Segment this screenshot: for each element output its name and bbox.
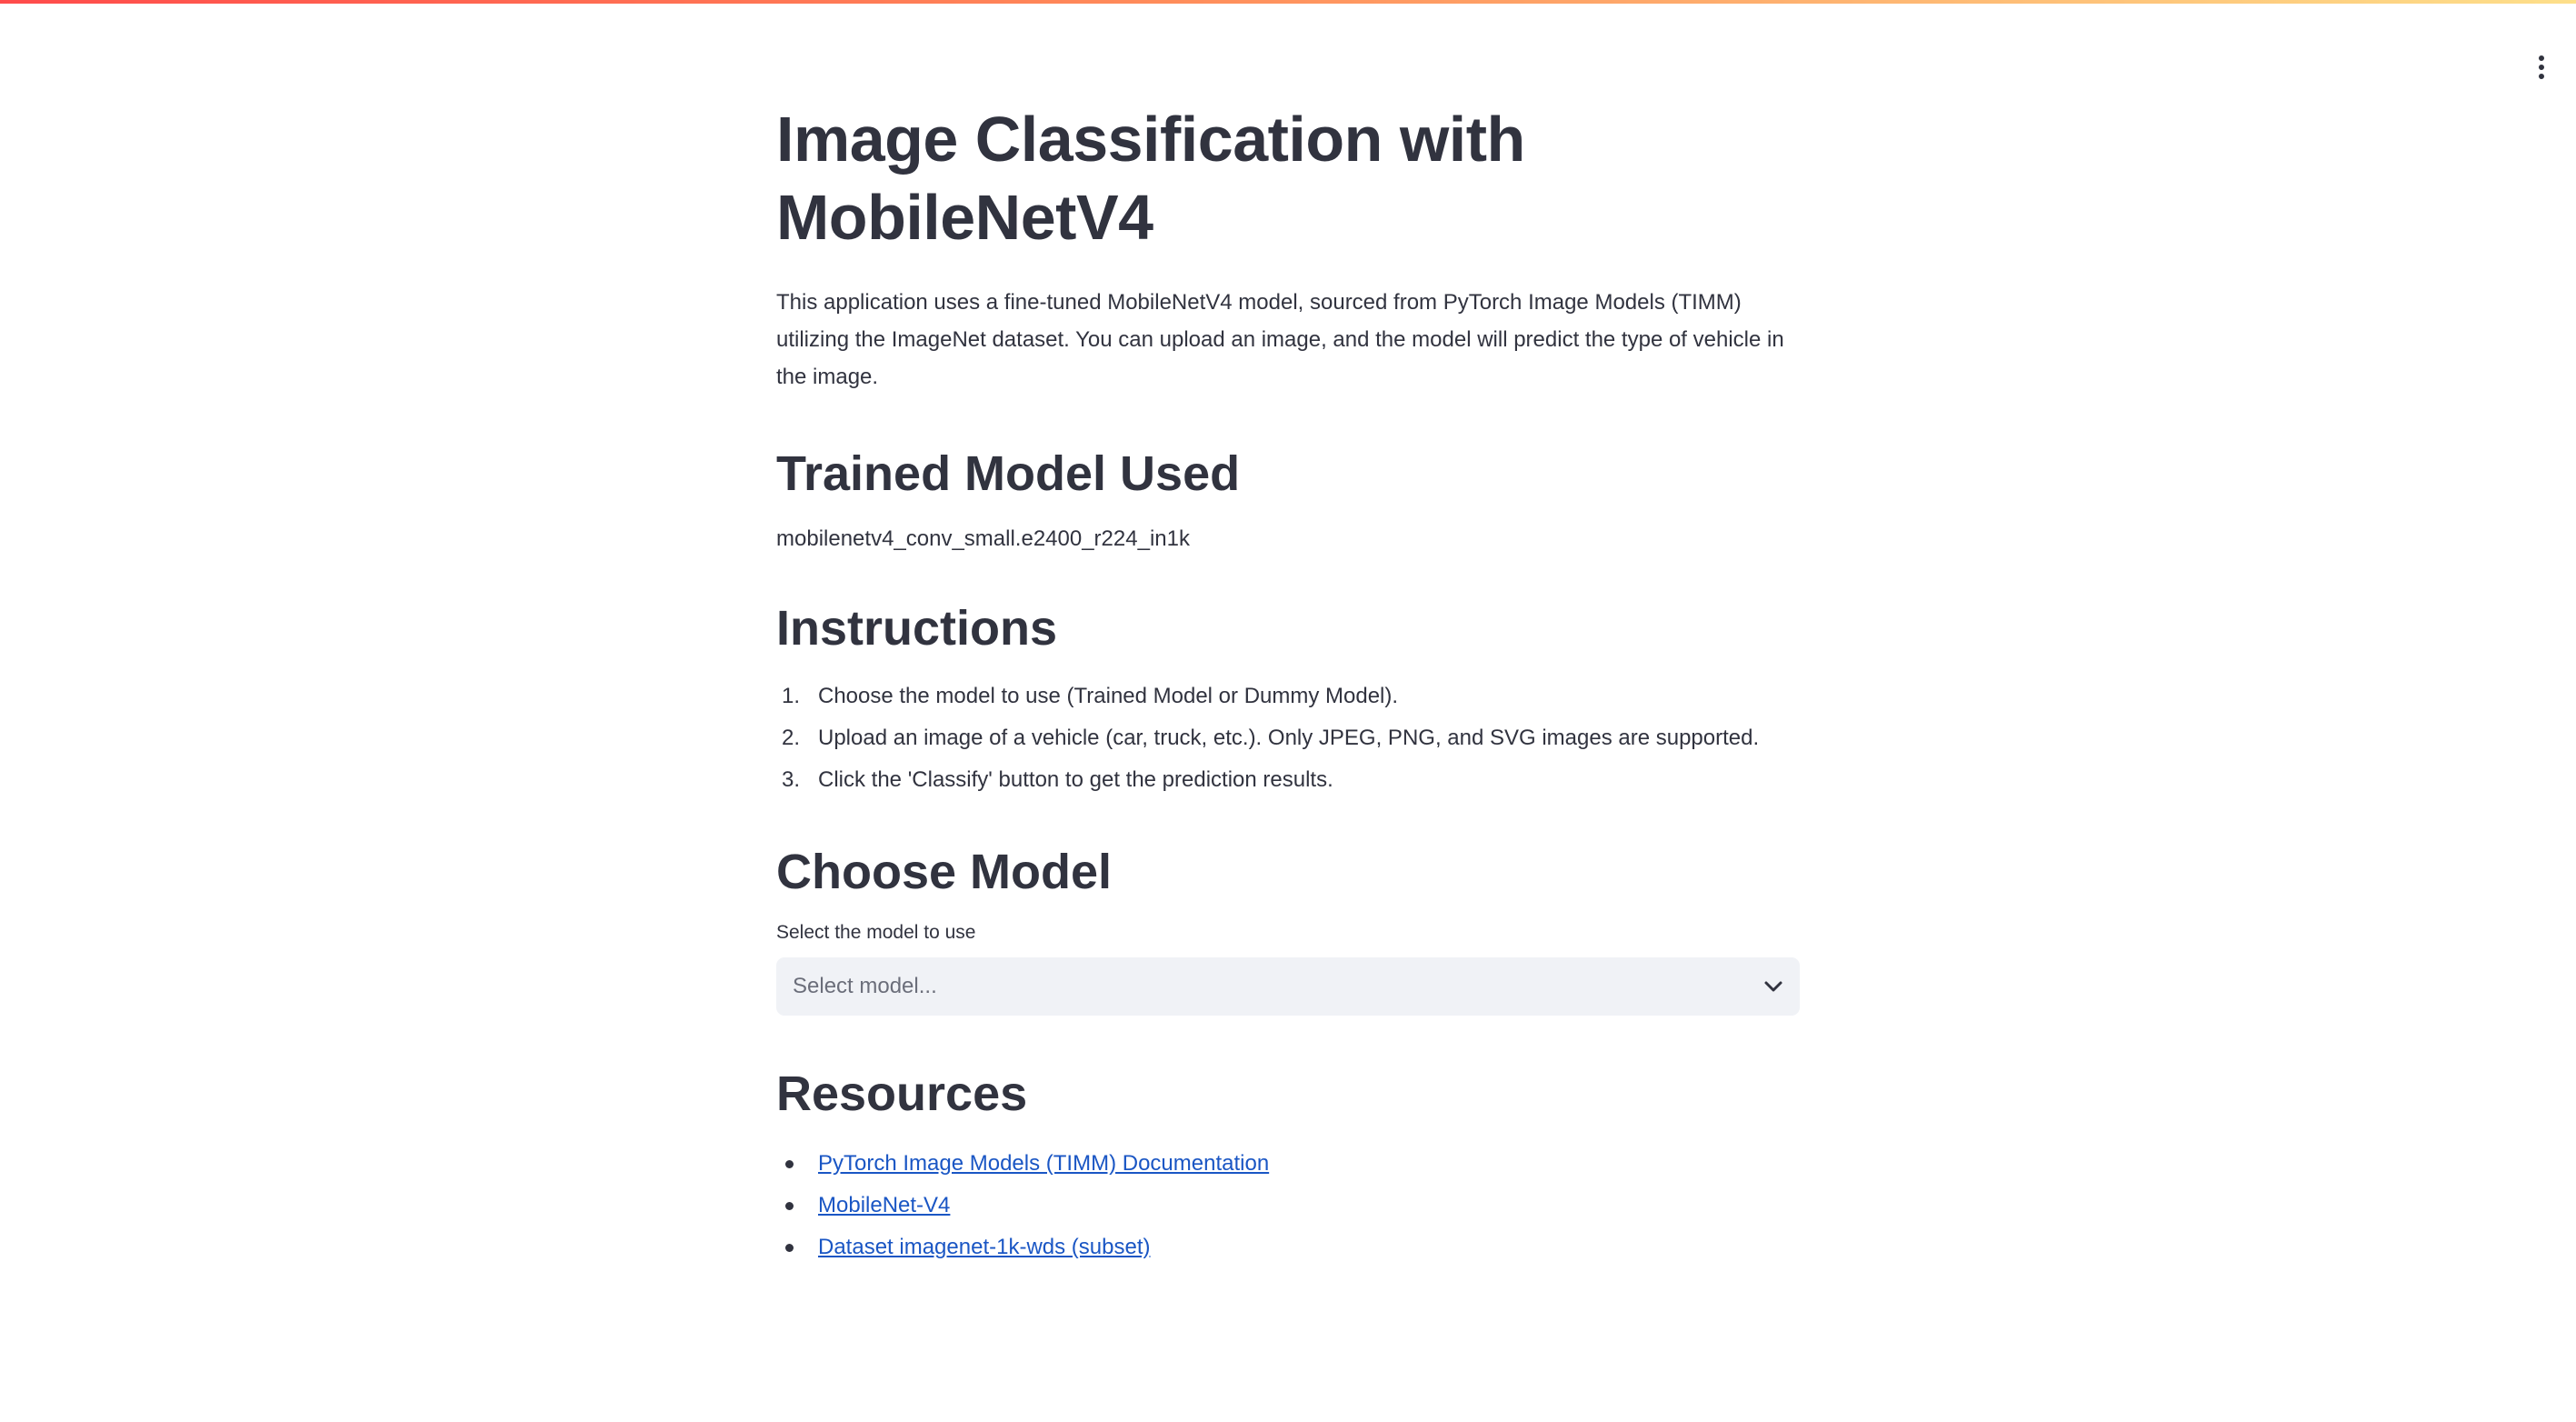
dataset-link[interactable]: Dataset imagenet-1k-wds (subset) xyxy=(818,1235,1150,1259)
instructions-list: 1. Choose the model to use (Trained Mode… xyxy=(776,676,1800,801)
model-select-placeholder: Select model... xyxy=(793,974,937,998)
list-item: Dataset imagenet-1k-wds (subset) xyxy=(776,1227,1800,1268)
chevron-down-icon xyxy=(1764,981,1782,992)
bullet xyxy=(785,1244,794,1252)
trained-model-heading: Trained Model Used xyxy=(776,446,1241,501)
resources-heading: Resources xyxy=(776,1066,1028,1121)
choose-model-heading: Choose Model xyxy=(776,845,1113,899)
list-item: 2. Upload an image of a vehicle (car, tr… xyxy=(776,717,1800,759)
step-number: 1. xyxy=(782,684,801,708)
kebab-menu-icon xyxy=(2539,55,2544,79)
bullet xyxy=(785,1160,794,1168)
resources-list: PyTorch Image Models (TIMM) Documentatio… xyxy=(776,1143,1800,1268)
step-text: Upload an image of a vehicle (car, truck… xyxy=(818,726,1760,750)
bullet xyxy=(785,1202,794,1210)
list-item: 3. Click the 'Classify' button to get th… xyxy=(776,759,1800,801)
intro-paragraph: This application uses a fine-tuned Mobil… xyxy=(776,290,1784,389)
page-title: Image Classification with MobileNetV4 xyxy=(776,104,1525,253)
step-number: 3. xyxy=(782,767,801,792)
model-select-label: Select the model to use xyxy=(776,922,976,943)
main-menu-button[interactable] xyxy=(2525,51,2558,84)
trained-model-name: mobilenetv4_conv_small.e2400_r224_in1k xyxy=(776,526,1190,551)
model-select[interactable]: Select model... xyxy=(776,957,1800,1016)
main-content: Image Classification with MobileNetV4 Th… xyxy=(776,100,1800,1268)
mobilenet-v4-link[interactable]: MobileNet-V4 xyxy=(818,1193,950,1217)
instructions-heading: Instructions xyxy=(776,601,1058,656)
step-number: 2. xyxy=(782,726,801,750)
list-item: 1. Choose the model to use (Trained Mode… xyxy=(776,676,1800,717)
list-item: MobileNet-V4 xyxy=(776,1185,1800,1227)
timm-docs-link[interactable]: PyTorch Image Models (TIMM) Documentatio… xyxy=(818,1151,1269,1176)
list-item: PyTorch Image Models (TIMM) Documentatio… xyxy=(776,1143,1800,1185)
header-decoration-bar xyxy=(0,0,2576,4)
step-text: Choose the model to use (Trained Model o… xyxy=(818,684,1399,708)
step-text: Click the 'Classify' button to get the p… xyxy=(818,767,1333,792)
